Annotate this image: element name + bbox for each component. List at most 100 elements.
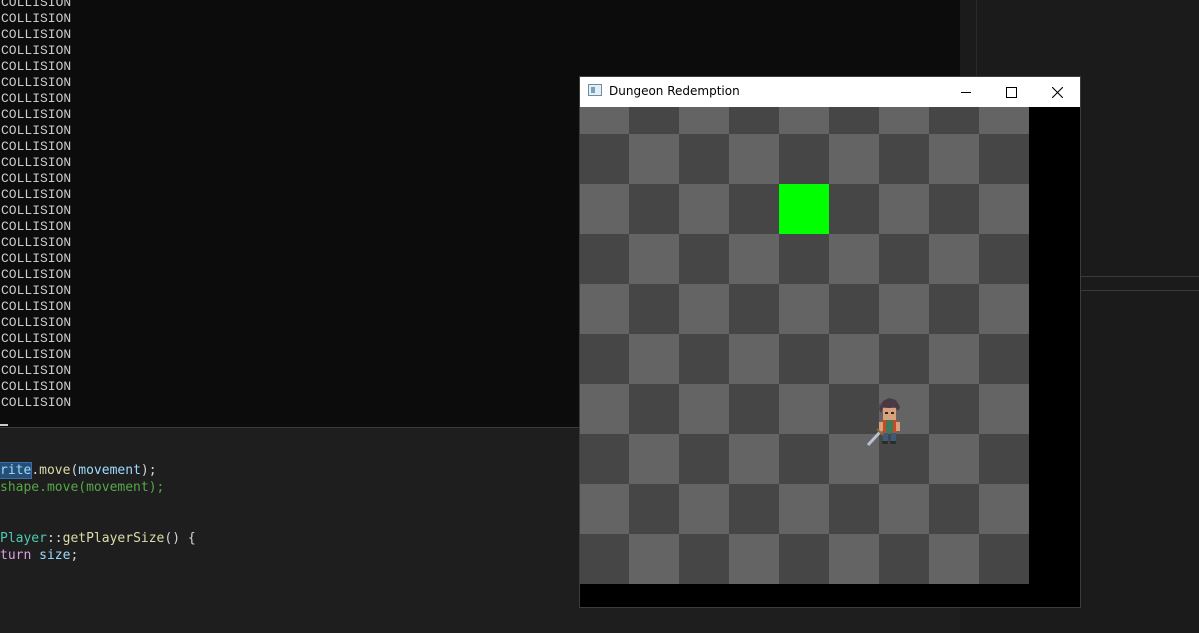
floor-tile <box>679 234 729 284</box>
floor-tile <box>929 234 979 284</box>
console-line: COLLISION <box>1 363 72 378</box>
floor-tile <box>580 384 629 434</box>
floor-tile <box>829 284 879 334</box>
floor-tile <box>829 534 879 584</box>
floor-tile <box>729 334 779 384</box>
floor-tile <box>629 484 679 534</box>
code-line: shape.move(movement); <box>0 479 196 496</box>
floor-tile <box>979 484 1029 534</box>
floor-tile <box>679 484 729 534</box>
floor-tile <box>829 234 879 284</box>
floor-tile <box>729 234 779 284</box>
console-line: COLLISION <box>1 107 72 122</box>
console-line: COLLISION <box>1 27 72 42</box>
code-token: move <box>39 463 71 478</box>
floor-tile <box>580 234 629 284</box>
game-window[interactable]: Dungeon Redemption <box>580 77 1080 607</box>
floor-tile <box>929 184 979 234</box>
console-output: COLLISION COLLISION COLLISION COLLISION COLL… <box>1 0 71 411</box>
close-icon <box>1051 86 1063 98</box>
maximize-icon <box>1005 86 1017 98</box>
console-line: COLLISION <box>1 251 72 266</box>
floor-tile <box>779 284 829 334</box>
window-titlebar[interactable]: Dungeon Redemption <box>580 77 1080 107</box>
close-button[interactable] <box>1034 77 1080 107</box>
floor-tile <box>829 184 879 234</box>
maximize-button[interactable] <box>988 77 1034 107</box>
floor-tile <box>729 534 779 584</box>
floor-tile <box>629 284 679 334</box>
floor-tile <box>929 134 979 184</box>
floor-tile <box>879 284 929 334</box>
code-token: ); <box>140 463 157 478</box>
floor-tile <box>779 134 829 184</box>
console-line: COLLISION <box>1 267 72 282</box>
console-line: COLLISION <box>1 123 72 138</box>
console-line: COLLISION <box>1 75 72 90</box>
floor-tile <box>879 184 929 234</box>
floor-tile <box>679 534 729 584</box>
floor-tile <box>879 107 929 134</box>
floor-tile <box>879 234 929 284</box>
code-token: Player <box>0 531 47 546</box>
floor-tile <box>679 184 729 234</box>
code-line: rite.move(movement); <box>0 462 196 479</box>
console-line: COLLISION <box>1 59 72 74</box>
floor-tile <box>929 284 979 334</box>
floor-tile <box>979 434 1029 484</box>
floor-tile <box>629 434 679 484</box>
floor-tile <box>729 484 779 534</box>
floor-tile <box>779 384 829 434</box>
code-token-selected: rite <box>0 462 33 479</box>
minimize-button[interactable] <box>943 77 989 107</box>
code-editor[interactable]: rite.move(movement); shape.move(movement… <box>0 462 196 564</box>
floor-tile <box>729 134 779 184</box>
console-line: COLLISION <box>1 283 72 298</box>
floor-tile <box>779 334 829 384</box>
floor-tile <box>729 384 779 434</box>
floor-tile <box>729 434 779 484</box>
floor-tile <box>979 334 1029 384</box>
floor-tile <box>879 484 929 534</box>
code-line: turn size; <box>0 547 196 564</box>
floor-tile <box>629 234 679 284</box>
floor-tile <box>779 534 829 584</box>
console-line: COLLISION <box>1 299 72 314</box>
console-line: COLLISION <box>1 0 72 10</box>
code-comment: shape.move(movement); <box>0 480 165 495</box>
floor-tile <box>580 184 629 234</box>
floor-tile <box>829 484 879 534</box>
floor-tile <box>879 534 929 584</box>
floor-tile <box>729 284 779 334</box>
console-line: COLLISION <box>1 171 72 186</box>
code-token: :: <box>46 531 63 546</box>
code-token: . <box>31 463 40 478</box>
window-title: Dungeon Redemption <box>609 84 740 98</box>
floor-tile <box>979 384 1029 434</box>
code-token: movement <box>78 463 141 478</box>
console-line: COLLISION <box>1 315 72 330</box>
floor-tile <box>580 534 629 584</box>
minimize-icon <box>961 92 971 93</box>
floor-tile <box>679 334 729 384</box>
floor-tile <box>729 107 779 134</box>
game-board[interactable] <box>580 107 1030 584</box>
console-line: COLLISION <box>1 235 72 250</box>
floor-tile <box>679 284 729 334</box>
floor-tile <box>779 484 829 534</box>
floor-tile <box>879 134 929 184</box>
app-window-icon <box>588 84 602 96</box>
floor-tile <box>929 534 979 584</box>
code-token: size <box>39 548 71 563</box>
console-line: COLLISION <box>1 187 72 202</box>
floor-tile <box>729 184 779 234</box>
floor-tile <box>979 284 1029 334</box>
floor-tile <box>929 334 979 384</box>
floor-tile <box>829 334 879 384</box>
floor-tile <box>629 334 679 384</box>
console-line: COLLISION <box>1 155 72 170</box>
floor-tile <box>979 134 1029 184</box>
console-line: COLLISION <box>1 43 72 58</box>
